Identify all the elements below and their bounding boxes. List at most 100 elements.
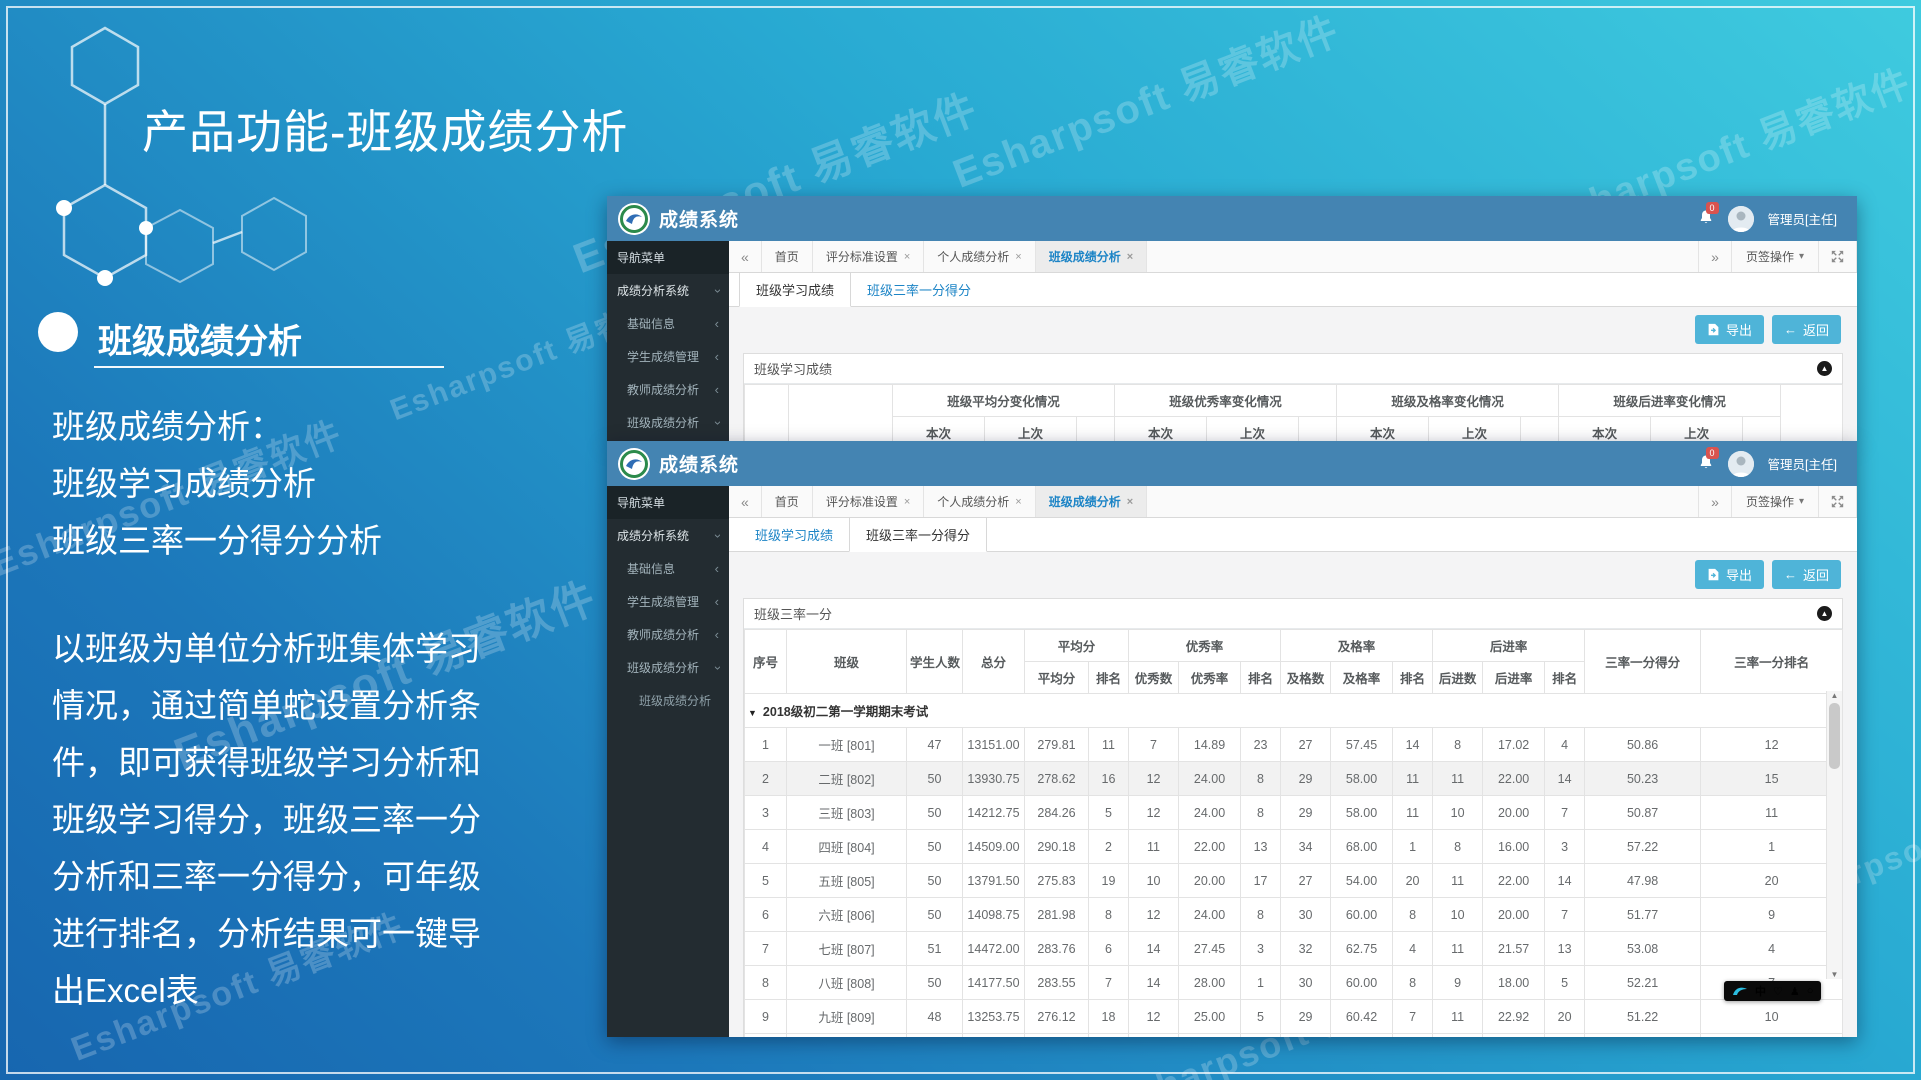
column-group: 及格率 — [1281, 630, 1433, 662]
app-header: 成绩系统 0 管理员[主任] — [607, 441, 1857, 486]
column-header: 三率一分得分 — [1585, 630, 1701, 694]
table-row[interactable]: 8八班 [808]5014177.50283.5571428.0013060.0… — [745, 966, 1843, 1000]
sidebar-item-成绩分析系统[interactable]: 成绩分析系统‹ — [607, 274, 729, 307]
close-tab-icon[interactable]: × — [904, 251, 910, 263]
app-title: 成绩系统 — [659, 205, 739, 232]
app-header: 成绩系统 0 管理员[主任] — [607, 196, 1857, 241]
table-row[interactable]: 4四班 [804]5014509.00290.1821122.00133468.… — [745, 830, 1843, 864]
class-study-score-panel: 班级学习成绩 ▲ 班级平均分变化情况班级优秀率变化情况班级及格率变化情况班级后进… — [743, 353, 1843, 442]
presentation-slide: 产品功能-班级成绩分析 班级成绩分析 班级成绩分析：班级学习成绩分析班级三率一分… — [0, 0, 1921, 1080]
scroll-down-icon[interactable]: ▼ — [1831, 970, 1839, 979]
panel-collapse-icon[interactable]: ▲ — [1817, 361, 1832, 376]
scroll-tabs-left-icon[interactable]: « — [729, 486, 762, 517]
section-bullet — [38, 312, 78, 352]
sidebar-item-学生成绩管理[interactable]: 学生成绩管理‹ — [607, 340, 729, 373]
triangle-down-icon: ▼ — [748, 708, 757, 718]
description-text: 以班级为单位分析班集体学习情况，通过简单蛇设置分析条件，即可获得班级学习分析和班… — [52, 620, 481, 1019]
table-row[interactable]: 5五班 [805]5013791.50275.83191020.00172754… — [745, 864, 1843, 898]
export-button[interactable]: 导出 — [1695, 315, 1764, 344]
tab-评分标准设置[interactable]: 评分标准设置× — [813, 241, 924, 272]
back-button[interactable]: ←返回 — [1772, 315, 1841, 344]
tab-班级成绩分析[interactable]: 班级成绩分析× — [1036, 241, 1147, 272]
table-row[interactable]: 6六班 [806]5014098.75281.9881224.0083060.0… — [745, 898, 1843, 932]
description-line: 件，即可获得班级学习分析和 — [52, 734, 481, 791]
app-logo-icon — [617, 202, 651, 236]
notification-bell-icon[interactable]: 0 — [1698, 454, 1714, 473]
sidebar-item-班级成绩分析[interactable]: 班级成绩分析‹ — [607, 651, 729, 684]
user-label[interactable]: 管理员[主任] — [1768, 209, 1837, 228]
recorder-glyph: 中 — [1755, 983, 1766, 999]
panel-title: 班级学习成绩 — [754, 359, 832, 378]
column-header: 班级 — [787, 630, 907, 694]
chevron-left-icon: ‹ — [715, 319, 719, 329]
sidebar-item-学生成绩管理[interactable]: 学生成绩管理‹ — [607, 585, 729, 618]
watermark-text: Esharpsoft 易睿软件 — [943, 0, 1347, 200]
table-row[interactable]: 7七班 [807]5114472.00283.7661427.4533262.7… — [745, 932, 1843, 966]
scroll-up-icon[interactable]: ▲ — [1831, 691, 1839, 700]
tab-operations-dropdown[interactable]: 页签操作▾ — [1732, 241, 1819, 272]
column-header: 序号 — [745, 630, 787, 694]
tab-班级成绩分析[interactable]: 班级成绩分析× — [1036, 486, 1147, 517]
user-avatar[interactable] — [1728, 206, 1754, 232]
subtab-班级三率一分得分[interactable]: 班级三率一分得分 — [851, 273, 987, 306]
table-row[interactable]: 2二班 [802]5013930.75278.62161224.0082958.… — [745, 762, 1843, 796]
user-label[interactable]: 管理员[主任] — [1768, 454, 1837, 473]
sidebar-item-教师成绩分析[interactable]: 教师成绩分析‹ — [607, 618, 729, 651]
tab-个人成绩分析[interactable]: 个人成绩分析× — [924, 241, 1035, 272]
column-group: 班级后进率变化情况 — [1559, 385, 1781, 417]
description-line: 分析和三率一分得分，可年级 — [52, 848, 481, 905]
exam-group-row[interactable]: ▼2018级初二第一学期期末考试 — [745, 694, 1843, 728]
tab-评分标准设置[interactable]: 评分标准设置× — [813, 486, 924, 517]
column-header: 排名 — [1545, 662, 1585, 694]
close-tab-icon[interactable]: × — [1127, 251, 1133, 263]
scrollbar-thumb[interactable] — [1829, 703, 1840, 769]
column-header: 本次 — [1337, 417, 1429, 443]
fullscreen-icon[interactable] — [1819, 241, 1857, 272]
table-row[interactable]: 1一班 [801]4713151.00279.8111714.89232757.… — [745, 728, 1843, 762]
sidebar-item-班级成绩分析[interactable]: 班级成绩分析‹ — [607, 406, 729, 439]
table-row[interactable]: 3三班 [803]5014212.75284.2651224.0082958.0… — [745, 796, 1843, 830]
subtab-班级三率一分得分[interactable]: 班级三率一分得分 — [849, 517, 987, 552]
back-button[interactable]: ←返回 — [1772, 560, 1841, 589]
sidebar-item-成绩分析系统[interactable]: 成绩分析系统‹ — [607, 519, 729, 552]
tab-首页[interactable]: 首页 — [762, 241, 813, 272]
subtab-班级学习成绩[interactable]: 班级学习成绩 — [739, 272, 851, 307]
intro-text: 班级成绩分析：班级学习成绩分析班级三率一分得分分析 — [52, 398, 382, 569]
tab-首页[interactable]: 首页 — [762, 486, 813, 517]
scroll-tabs-right-icon[interactable]: » — [1699, 486, 1732, 517]
sidebar-item-班级成绩分析[interactable]: 班级成绩分析 — [607, 684, 729, 717]
subtab-班级学习成绩[interactable]: 班级学习成绩 — [739, 518, 849, 551]
column-header: 三率一分排名 — [1701, 630, 1843, 694]
close-tab-icon[interactable]: × — [1015, 251, 1021, 263]
description-line: 班级学习得分，班级三率一分 — [52, 791, 481, 848]
notification-bell-icon[interactable]: 0 — [1698, 209, 1714, 228]
chevron-down-icon: ‹ — [712, 533, 722, 537]
tab-operations-dropdown[interactable]: 页签操作▾ — [1732, 486, 1819, 517]
sidebar-item-基础信息[interactable]: 基础信息‹ — [607, 552, 729, 585]
table-row[interactable]: 9九班 [809]4813253.75276.12181225.0052960.… — [745, 1000, 1843, 1034]
user-avatar[interactable] — [1728, 451, 1754, 477]
nav-menu-header: 导航菜单 — [607, 486, 729, 519]
intro-line: 班级三率一分得分分析 — [52, 512, 382, 569]
column-header: 上次 — [985, 417, 1077, 443]
close-tab-icon[interactable]: × — [904, 496, 910, 508]
three-rate-panel: 班级三率一分 ▲ 序号班级学生人数总分平均分优秀率及格率后进率三率一分得分三率一… — [743, 598, 1843, 1037]
close-tab-icon[interactable]: × — [1127, 496, 1133, 508]
table-scrollbar[interactable]: ▲ ▼ — [1826, 691, 1842, 979]
close-tab-icon[interactable]: × — [1015, 496, 1021, 508]
back-arrow-icon: ← — [1784, 567, 1797, 582]
change-summary-table: 班级平均分变化情况班级优秀率变化情况班级及格率变化情况班级后进率变化情况本次上次… — [744, 384, 1843, 442]
sidebar-item-教师成绩分析[interactable]: 教师成绩分析‹ — [607, 373, 729, 406]
fullscreen-icon[interactable] — [1819, 486, 1857, 517]
chevron-left-icon: ‹ — [715, 352, 719, 362]
scroll-tabs-right-icon[interactable]: » — [1699, 241, 1732, 272]
panel-collapse-icon[interactable]: ▲ — [1817, 606, 1832, 621]
sidebar-item-基础信息[interactable]: 基础信息‹ — [607, 307, 729, 340]
tab-个人成绩分析[interactable]: 个人成绩分析× — [924, 486, 1035, 517]
column-header: 总分 — [963, 630, 1025, 694]
scroll-tabs-left-icon[interactable]: « — [729, 241, 762, 272]
column-group: 班级优秀率变化情况 — [1115, 385, 1337, 417]
chevron-down-icon: ‹ — [712, 288, 722, 292]
app-logo-icon — [617, 447, 651, 481]
export-button[interactable]: 导出 — [1695, 560, 1764, 589]
